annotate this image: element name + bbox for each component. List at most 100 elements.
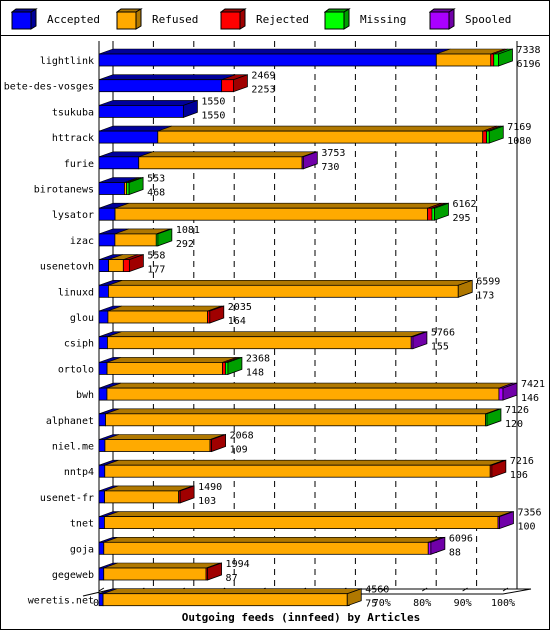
bar-segment-rejected xyxy=(427,207,433,221)
bar-segment-refused xyxy=(114,207,428,221)
bar-segment-refused xyxy=(102,593,348,607)
x-tick-label: 100% xyxy=(491,598,515,609)
bar-total-label: 7216 xyxy=(510,456,534,467)
bar-segment-accepted xyxy=(98,593,104,607)
bar-total-label: 1081 xyxy=(176,225,200,236)
bar-row-lysator: lysator 6162 295 xyxy=(52,199,477,224)
bar-segment-top-accepted xyxy=(98,100,198,106)
bar-segment-top-accepted xyxy=(98,48,451,55)
bar-row-izac: izac 1081 292 xyxy=(70,225,200,250)
category-label: lysator xyxy=(52,210,94,221)
bar-segment-refused xyxy=(104,516,499,529)
bar-segment-top-refused xyxy=(103,536,443,543)
category-label: ortolo xyxy=(58,364,94,375)
bar-total-label: 558 xyxy=(147,251,165,262)
bar-row-alphanet: alphanet 7126 120 xyxy=(46,405,529,430)
bar-segment-top-refused xyxy=(107,331,426,338)
bar-accepted-label: 6196 xyxy=(516,59,540,70)
bar-row-usenetovh: usenetovh 558 177 xyxy=(40,251,166,276)
bar-total-label: 7421 xyxy=(521,379,545,390)
chart-frame: AcceptedRefusedRejectedMissingSpooled 0%… xyxy=(0,0,550,630)
bar-accepted-label: 75 xyxy=(365,599,377,610)
category-label: usenetovh xyxy=(40,262,94,273)
bar-segment-refused xyxy=(114,233,157,247)
category-label: birotanews xyxy=(34,185,94,196)
bar-accepted-label: 155 xyxy=(431,342,449,353)
bar-segment-accepted xyxy=(98,439,106,452)
bar-segment-refused xyxy=(108,259,124,273)
category-label: glou xyxy=(70,313,94,324)
bar-segment-top-refused xyxy=(107,305,222,312)
bar-segment-top-refused xyxy=(108,279,473,286)
bar-row-csiph: csiph 5766 155 xyxy=(64,328,455,353)
bar-row-nntp4: nntp4 7216 106 xyxy=(64,456,534,481)
bar-total-label: 4560 xyxy=(365,585,389,596)
bar-accepted-label: 468 xyxy=(147,188,165,199)
bar-segment-top-refused xyxy=(104,459,505,466)
bar-segment-accepted xyxy=(98,464,106,478)
x-tick-label: 90% xyxy=(454,598,472,609)
plot-area: 0%10%20%30%40%50%60%70%80%90%100%Outgoin… xyxy=(4,41,545,624)
bar-accepted-label: 177 xyxy=(147,265,165,276)
bar-segment-refused xyxy=(103,541,429,555)
bar-total-label: 7338 xyxy=(516,45,540,56)
bar-row-httrack: httrack 7169 1080 xyxy=(52,122,532,147)
bar-segment-refused xyxy=(435,53,492,67)
bar-segment-refused xyxy=(104,439,211,452)
category-label: usenet-fr xyxy=(40,493,94,504)
bar-row-ortolo: ortolo 2368 148 xyxy=(58,353,270,378)
bar-accepted-label: 730 xyxy=(321,162,339,173)
bar-segment-rejected xyxy=(482,130,487,144)
bar-segment-top-refused xyxy=(157,125,497,132)
bar-segment-refused xyxy=(157,130,484,144)
bar-accepted-label: 292 xyxy=(176,239,194,250)
category-label: goja xyxy=(70,544,94,555)
bar-segment-rejected xyxy=(490,53,495,67)
bar-segment-refused xyxy=(108,284,459,298)
bar-row-goja: goja 6096 88 xyxy=(70,533,473,558)
bar-accepted-label: 106 xyxy=(510,470,528,481)
bar-segment-top-refused xyxy=(104,434,225,440)
bar-accepted-label: 100 xyxy=(517,522,535,533)
bar-row-bwh: bwh 7421 146 xyxy=(76,379,545,404)
bar-accepted-label: 2253 xyxy=(251,85,275,96)
bar-segment-accepted xyxy=(98,490,106,504)
bar-segment-accepted xyxy=(98,79,223,93)
bar-segment-accepted xyxy=(98,567,105,581)
bar-segment-spooled xyxy=(498,387,504,401)
x-tick xyxy=(98,587,105,592)
bar-segment-refused xyxy=(107,336,412,350)
bar-row-glou: glou 2035 164 xyxy=(70,302,252,327)
bar-segment-accepted xyxy=(98,53,437,67)
category-label: lightlink xyxy=(40,56,94,67)
category-label: furie xyxy=(64,159,94,170)
bar-accepted-label: 146 xyxy=(521,393,539,404)
bar-segment-accepted xyxy=(98,336,108,350)
bar-total-label: 7169 xyxy=(507,122,531,133)
category-label: bete-des-vosges xyxy=(4,82,94,93)
bar-total-label: 6599 xyxy=(476,276,500,287)
bar-row-niel-me: niel.me 2068 109 xyxy=(52,431,254,456)
bar-segment-accepted xyxy=(98,130,159,144)
bar-segment-refused xyxy=(138,156,303,170)
bar-segment-accepted xyxy=(98,259,110,273)
bar-segment-accepted xyxy=(98,413,106,427)
bar-total-label: 1550 xyxy=(201,96,225,107)
bar-segment-refused xyxy=(103,567,207,581)
bar-segment-refused xyxy=(106,387,500,401)
bar-total-label: 553 xyxy=(147,174,165,185)
bar-segment-accepted xyxy=(98,387,108,401)
category-label: tsukuba xyxy=(52,107,94,118)
bar-segment-top-refused xyxy=(138,151,317,158)
bar-segment-accepted xyxy=(98,310,109,324)
bar-segment-top-refused xyxy=(103,562,221,569)
bar-total-label: 2035 xyxy=(228,302,252,313)
category-label: alphanet xyxy=(46,416,94,427)
bar-segment-accepted xyxy=(98,361,108,375)
bar-segment-top-refused xyxy=(106,382,514,389)
bar-segment-top-accepted xyxy=(98,74,236,80)
bar-row-gegeweb: gegeweb 1994 87 xyxy=(52,559,250,584)
bar-segment-accepted xyxy=(98,207,116,221)
bar-total-label: 2068 xyxy=(230,431,254,442)
bar-segment-accepted xyxy=(98,182,125,195)
